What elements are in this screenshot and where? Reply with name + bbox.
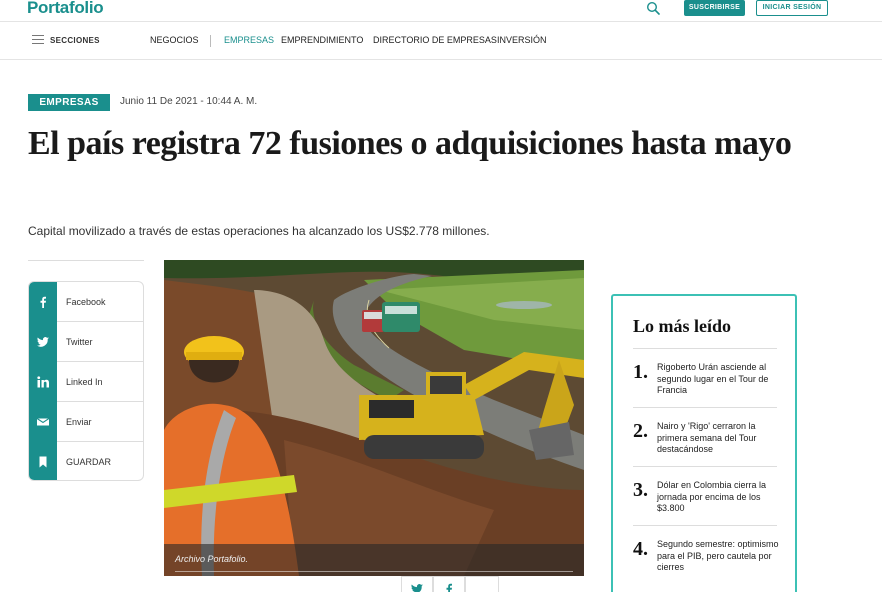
twitter-icon <box>29 322 57 362</box>
rank-number: 2. <box>633 420 648 442</box>
category-tag[interactable]: EMPRESAS <box>28 94 110 111</box>
most-read-link[interactable]: Nairo y 'Rigo' cerraron la primera seman… <box>657 421 779 456</box>
share-divider <box>28 260 144 261</box>
list-item[interactable]: 2. Nairo y 'Rigo' cerraron la primera se… <box>633 407 777 466</box>
most-read-list: 1. Rigoberto Urán asciende al segundo lu… <box>633 348 779 584</box>
list-item[interactable]: 4. Segundo semestre: optimismo para el P… <box>633 525 779 584</box>
rank-number: 4. <box>633 538 648 560</box>
article-image[interactable]: Archivo Portafolio. <box>164 260 584 576</box>
image-caption-bar: Archivo Portafolio. <box>164 544 584 576</box>
share-label: Facebook <box>66 297 106 307</box>
nav-item-inversion[interactable]: INVERSIÓN <box>497 35 547 45</box>
photo-share-twitter[interactable] <box>401 576 433 592</box>
facebook-icon <box>29 282 57 322</box>
share-facebook[interactable]: Facebook <box>29 282 143 322</box>
search-icon[interactable] <box>646 1 660 15</box>
most-read-panel: Lo más leído 1. Rigoberto Urán asciende … <box>611 294 797 592</box>
share-linkedin[interactable]: Linked In <box>29 362 143 402</box>
facebook-icon <box>446 583 452 592</box>
photo-share-more[interactable] <box>465 576 499 592</box>
hamburger-menu-icon[interactable] <box>32 35 44 45</box>
article-subtitle: Capital movilizado a través de estas ope… <box>28 224 490 238</box>
share-label: Twitter <box>66 337 93 347</box>
login-button[interactable]: INICIAR SESIÓN <box>756 0 828 16</box>
top-bar: Portafolio SUSCRIBIRSE INICIAR SESIÓN <box>0 0 882 22</box>
mail-icon <box>29 402 57 442</box>
linkedin-icon <box>29 362 57 402</box>
site-logo[interactable]: Portafolio <box>27 0 104 18</box>
nav-item-negocios[interactable]: NEGOCIOS <box>150 35 199 45</box>
nav-item-empresas[interactable]: EMPRESAS <box>224 35 274 45</box>
caption-divider <box>175 571 573 572</box>
main-nav: SECCIONES NEGOCIOS EMPRESAS EMPRENDIMIEN… <box>0 23 882 60</box>
most-read-title: Lo más leído <box>633 316 732 336</box>
share-twitter[interactable]: Twitter <box>29 322 143 362</box>
rank-number: 3. <box>633 479 648 501</box>
most-read-link[interactable]: Rigoberto Urán asciende al segundo lugar… <box>657 362 779 397</box>
most-read-link[interactable]: Segundo semestre: optimismo para el PIB,… <box>657 539 779 574</box>
nav-item-directorio[interactable]: DIRECTORIO DE EMPRESAS <box>373 35 497 45</box>
most-read-link[interactable]: Dólar en Colombia cierra la jornada por … <box>657 480 779 515</box>
share-label: Enviar <box>66 417 92 427</box>
nav-item-emprendimiento[interactable]: EMPRENDIMIENTO <box>281 35 363 45</box>
share-label: Linked In <box>66 377 103 387</box>
bookmark-icon <box>29 442 57 480</box>
twitter-icon <box>411 584 423 592</box>
image-caption: Archivo Portafolio. <box>175 554 249 564</box>
nav-sections[interactable]: SECCIONES <box>50 36 100 45</box>
article-date: Junio 11 De 2021 - 10:44 A. M. <box>120 96 258 107</box>
list-item[interactable]: 3. Dólar en Colombia cierra la jornada p… <box>633 466 777 525</box>
article-headline: El país registra 72 fusiones o adquisici… <box>28 125 792 162</box>
share-save[interactable]: GUARDAR <box>29 442 143 480</box>
list-item[interactable]: 1. Rigoberto Urán asciende al segundo lu… <box>633 348 777 407</box>
share-rail: Facebook Twitter Linked In Enviar GUARDA… <box>28 281 144 481</box>
subscribe-button[interactable]: SUSCRIBIRSE <box>684 0 745 16</box>
photo-share-facebook[interactable] <box>433 576 465 592</box>
nav-divider <box>210 35 211 47</box>
rank-number: 1. <box>633 361 648 383</box>
construction-photo <box>164 260 584 576</box>
share-email[interactable]: Enviar <box>29 402 143 442</box>
share-label: GUARDAR <box>66 457 112 467</box>
